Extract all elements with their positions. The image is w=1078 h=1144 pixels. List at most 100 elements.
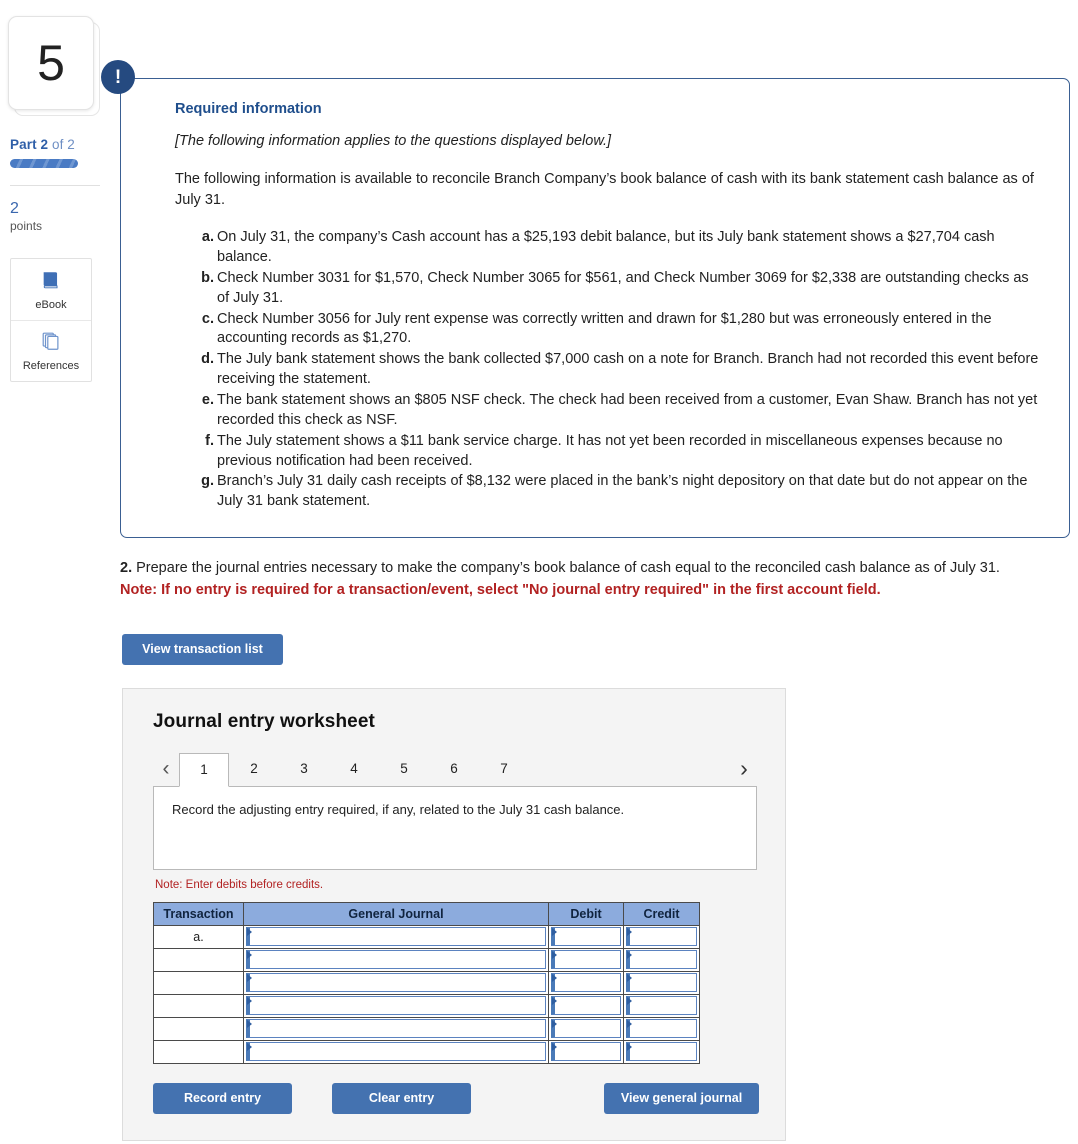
question-sidebar: 5 Part 2 of 2 2 points eBook References (0, 0, 110, 1144)
column-header-transaction: Transaction (153, 901, 244, 926)
debit-cell[interactable] (548, 970, 624, 995)
debit-input[interactable] (551, 1042, 621, 1062)
question-note: Note: If no entry is required for a tran… (120, 582, 881, 599)
transaction-label (153, 947, 244, 972)
general-journal-cell[interactable] (243, 1039, 549, 1064)
credit-cell[interactable] (623, 924, 700, 949)
list-item: a. On July 31, the company’s Cash accoun… (197, 228, 1043, 268)
table-row: a. (153, 924, 700, 949)
account-select[interactable] (246, 1042, 546, 1062)
references-icon (40, 330, 62, 357)
references-button[interactable]: References (11, 320, 91, 381)
tab-4[interactable]: 4 (329, 752, 379, 786)
list-item: g. Branch’s July 31 daily cash receipts … (197, 472, 1043, 512)
general-journal-cell[interactable] (243, 970, 549, 995)
account-select[interactable] (246, 927, 546, 947)
credit-input[interactable] (626, 927, 697, 947)
next-tab-arrow-icon[interactable]: › (731, 752, 757, 786)
journal-entry-table: Transaction General Journal Debit Credit… (153, 901, 700, 1064)
transaction-label (153, 970, 244, 995)
credit-input[interactable] (626, 996, 697, 1016)
clear-entry-button[interactable]: Clear entry (332, 1082, 471, 1114)
list-item: e. The bank statement shows an $805 NSF … (197, 391, 1043, 431)
general-journal-cell[interactable] (243, 993, 549, 1018)
question-prompt-block: 2. Prepare the journal entries necessary… (120, 558, 1070, 601)
tab-5[interactable]: 5 (379, 752, 429, 786)
list-item-text: The July bank statement shows the bank c… (217, 351, 1039, 388)
list-item: c. Check Number 3056 for July rent expen… (197, 310, 1043, 350)
part-indicator: Part 2 of 2 (10, 137, 110, 152)
table-row (153, 1016, 700, 1041)
part-current: 2 (40, 137, 49, 152)
transaction-label (153, 1016, 244, 1041)
list-item-marker: a. (201, 229, 214, 246)
question-prompt-number: 2. (120, 560, 133, 577)
list-item-text: Branch’s July 31 daily cash receipts of … (217, 473, 1028, 510)
debit-input[interactable] (551, 996, 621, 1016)
question-number-card: 5 (8, 16, 100, 116)
worksheet-tabstrip: ‹ 1 2 3 4 5 6 7 › (153, 750, 757, 787)
record-entry-button[interactable]: Record entry (153, 1082, 292, 1114)
debit-input[interactable] (551, 973, 621, 993)
ebook-button[interactable]: eBook (11, 259, 91, 320)
debit-input[interactable] (551, 950, 621, 970)
part-progress-bar (10, 159, 78, 168)
transaction-label (153, 1039, 244, 1064)
credit-cell[interactable] (623, 993, 700, 1018)
tab-3[interactable]: 3 (279, 752, 329, 786)
credit-input[interactable] (626, 973, 697, 993)
question-number: 5 (37, 35, 65, 91)
credit-cell[interactable] (623, 1016, 700, 1041)
required-information-list: a. On July 31, the company’s Cash accoun… (175, 228, 1043, 512)
journal-entry-worksheet-panel: Journal entry worksheet ‹ 1 2 3 4 5 6 7 … (122, 687, 786, 1141)
credit-input[interactable] (626, 1019, 697, 1039)
worksheet-instruction: Record the adjusting entry required, if … (172, 801, 625, 817)
column-header-general-journal: General Journal (243, 901, 549, 926)
debit-cell[interactable] (548, 1039, 624, 1064)
account-select[interactable] (246, 996, 546, 1016)
table-row (153, 1039, 700, 1064)
part-word: Part (10, 137, 37, 152)
list-item-text: The bank statement shows an $805 NSF che… (217, 392, 1038, 428)
credit-input[interactable] (626, 950, 697, 970)
points-label: points (10, 219, 43, 233)
table-row (153, 970, 700, 995)
list-item-text: On July 31, the company’s Cash account h… (217, 229, 995, 266)
view-transaction-list-button[interactable]: View transaction list (122, 633, 283, 665)
general-journal-cell[interactable] (243, 947, 549, 972)
tab-6[interactable]: 6 (429, 752, 479, 786)
debit-cell[interactable] (548, 924, 624, 949)
debit-cell[interactable] (548, 993, 624, 1018)
account-select[interactable] (246, 950, 546, 970)
general-journal-cell[interactable] (243, 1016, 549, 1041)
view-general-journal-button[interactable]: View general journal (604, 1082, 759, 1114)
required-information-title: Required information (175, 101, 322, 117)
credit-cell[interactable] (623, 970, 700, 995)
points-value: 2 (10, 200, 19, 217)
debit-input[interactable] (551, 927, 621, 947)
credit-cell[interactable] (623, 1039, 700, 1064)
tab-7[interactable]: 7 (479, 752, 529, 786)
debit-cell[interactable] (548, 1016, 624, 1041)
sidebar-tools: eBook References (10, 258, 92, 382)
account-select[interactable] (246, 1019, 546, 1039)
list-item-text: Check Number 3056 for July rent expense … (217, 310, 992, 347)
part-total: of 2 (52, 137, 75, 152)
debit-input[interactable] (551, 1019, 621, 1039)
account-select[interactable] (246, 973, 546, 993)
ebook-icon (40, 269, 62, 296)
table-header-row: Transaction General Journal Debit Credit (153, 901, 700, 926)
general-journal-cell[interactable] (243, 924, 549, 949)
tab-2[interactable]: 2 (229, 752, 279, 786)
prev-tab-arrow-icon[interactable]: ‹ (153, 752, 179, 786)
credit-cell[interactable] (623, 947, 700, 972)
required-information-panel: ! Required information [The following in… (101, 60, 1070, 539)
tab-1[interactable]: 1 (179, 752, 229, 787)
credit-input[interactable] (626, 1042, 697, 1062)
column-header-debit: Debit (548, 901, 624, 926)
column-header-credit: Credit (623, 901, 700, 926)
list-item-marker: c. (201, 310, 214, 327)
list-item: d. The July bank statement shows the ban… (197, 350, 1043, 390)
debit-cell[interactable] (548, 947, 624, 972)
list-item-marker: e. (201, 392, 214, 409)
